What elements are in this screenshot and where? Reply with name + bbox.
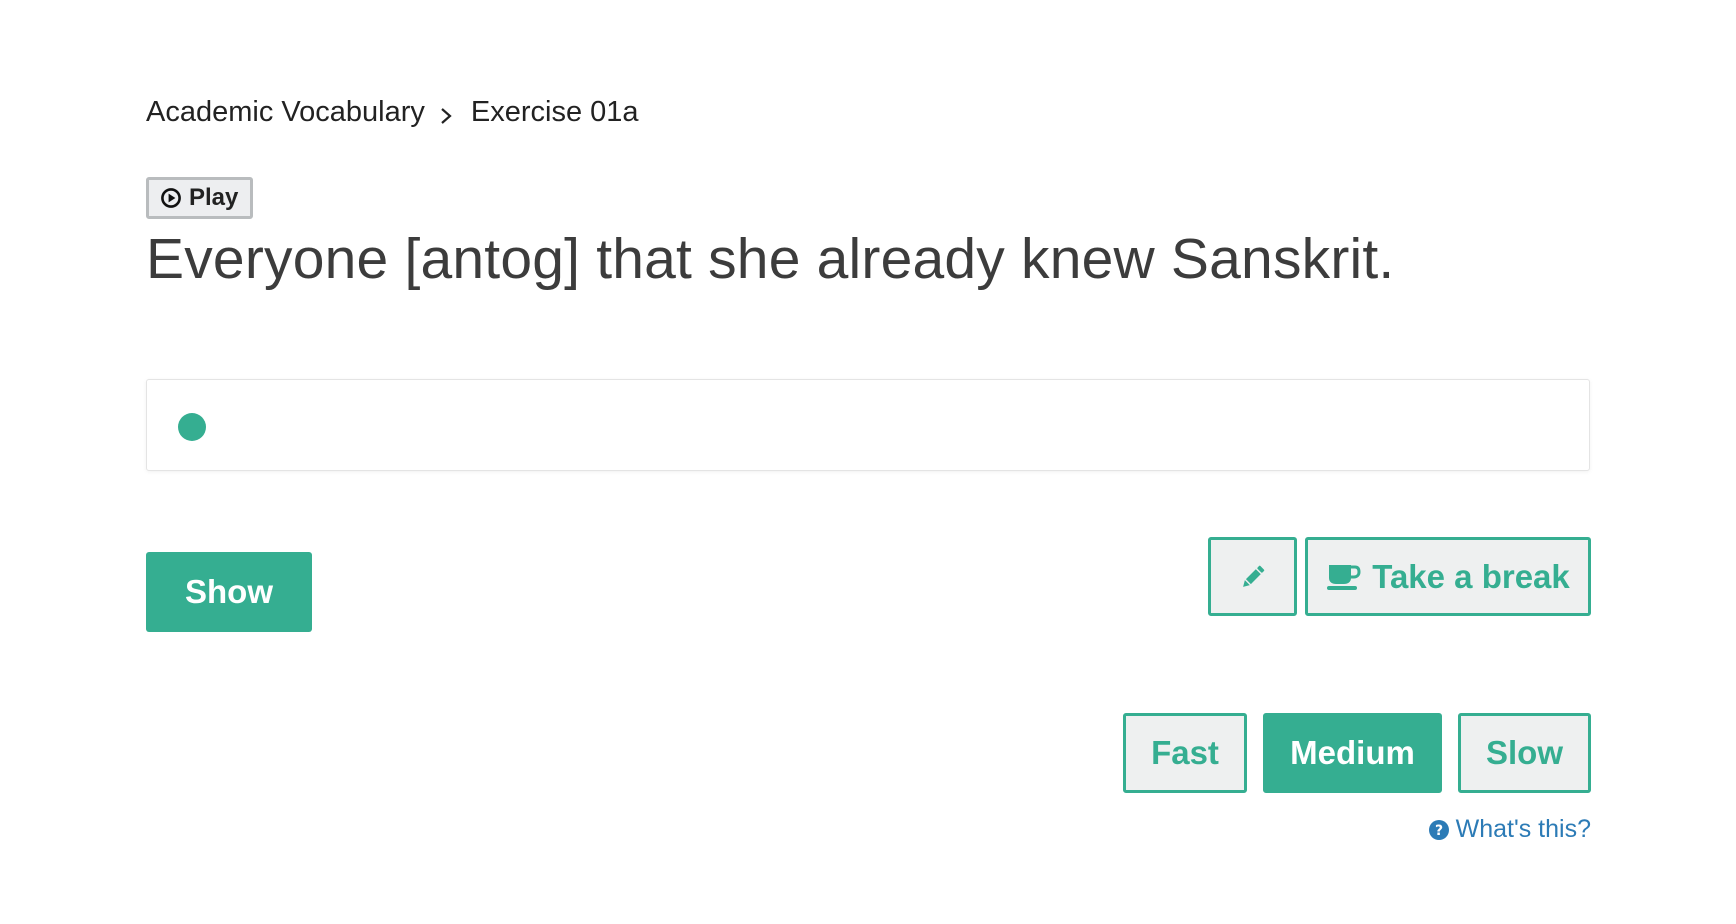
take-a-break-button[interactable]: Take a break: [1305, 537, 1591, 616]
svg-text:?: ?: [1435, 823, 1443, 839]
exercise-page: Academic Vocabulary Exercise 01a Play Ev…: [146, 0, 1592, 924]
answer-input[interactable]: [146, 379, 1590, 471]
breadcrumb-exercise: Exercise 01a: [470, 96, 639, 128]
pencil-icon: [1238, 562, 1268, 592]
question-circle-icon: ?: [1428, 819, 1450, 841]
speed-medium-button[interactable]: Medium: [1263, 713, 1442, 793]
exercise-sentence: Everyone [antog] that she already knew S…: [146, 227, 1395, 291]
edit-button[interactable]: [1208, 537, 1297, 616]
take-a-break-label: Take a break: [1372, 557, 1570, 595]
play-button[interactable]: Play: [146, 177, 254, 219]
speed-fast-button[interactable]: Fast: [1123, 713, 1247, 793]
breadcrumb: Academic Vocabulary Exercise 01a: [146, 96, 639, 129]
chevron-right-icon: [435, 102, 457, 124]
play-circle-icon: [160, 187, 182, 209]
coffee-cup-icon: [1326, 562, 1362, 592]
speed-slow-button[interactable]: Slow: [1458, 713, 1591, 793]
status-dot: [178, 413, 206, 441]
show-button[interactable]: Show: [146, 552, 312, 632]
whats-this-link[interactable]: ? What's this?: [1428, 815, 1591, 844]
whats-this-label: What's this?: [1455, 815, 1591, 843]
breadcrumb-course[interactable]: Academic Vocabulary: [146, 96, 425, 129]
play-label: Play: [189, 184, 239, 211]
